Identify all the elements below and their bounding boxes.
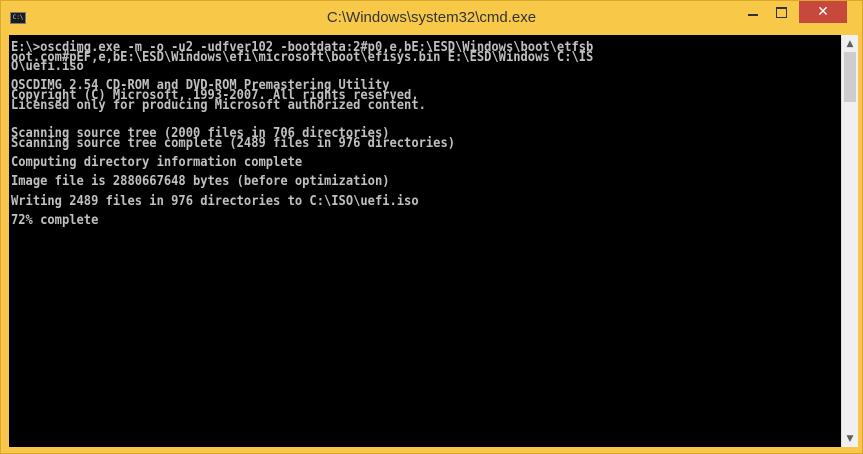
console-output[interactable]: E:\>oscdimg.exe -m -o -u2 -udfver102 -bo… — [9, 35, 841, 447]
vertical-scrollbar[interactable]: ▲ ▼ — [841, 35, 858, 447]
console-line: Image file is 2880667648 bytes (before o… — [11, 174, 390, 190]
console-line: Writing 2489 files in 976 directories to… — [11, 193, 419, 209]
console-line: Licensed only for producing Microsoft au… — [11, 97, 426, 113]
minimize-button[interactable] — [740, 1, 766, 23]
chevron-up-icon: ▲ — [846, 38, 854, 49]
scrollbar-thumb[interactable] — [844, 52, 856, 102]
console-text: E:\>oscdimg.exe -m -o -u2 -udfver102 -bo… — [11, 41, 594, 228]
title-bar[interactable]: C:\ C:\Windows\system32\cmd.exe ✕ — [1, 1, 862, 35]
console-line: Computing directory information complete — [11, 155, 303, 171]
close-button[interactable]: ✕ — [799, 1, 847, 23]
console-line: Scanning source tree complete (2489 file… — [11, 135, 456, 151]
console-window: C:\ C:\Windows\system32\cmd.exe ✕ E:\>os… — [0, 0, 863, 454]
console-line: 72% complete — [11, 212, 99, 228]
maximize-icon — [776, 6, 787, 18]
minimize-icon — [748, 14, 758, 16]
console-line: oot.com#pEF,e,bE:\ESD\Windows\efi\micros… — [11, 49, 594, 65]
scroll-up-button[interactable]: ▲ — [842, 35, 858, 52]
chevron-down-icon: ▼ — [846, 433, 854, 444]
scroll-down-button[interactable]: ▼ — [842, 430, 858, 447]
window-title: C:\Windows\system32\cmd.exe — [326, 9, 537, 26]
maximize-button[interactable] — [768, 1, 795, 23]
close-icon: ✕ — [817, 4, 829, 20]
